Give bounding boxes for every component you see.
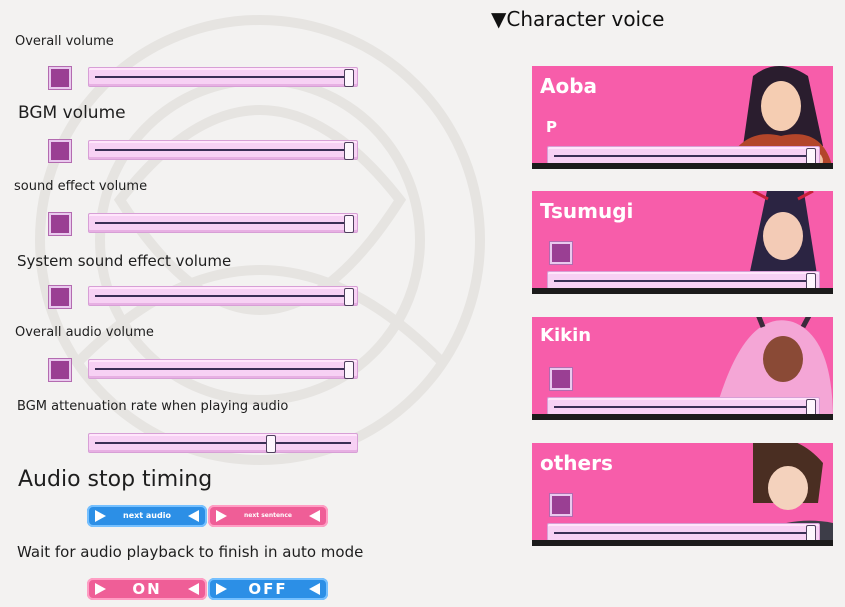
slider-line <box>95 149 351 151</box>
slider-line <box>554 406 813 408</box>
bgm-volume-label: BGM volume <box>18 103 126 123</box>
next-audio-label: next audio <box>123 511 171 520</box>
tsumugi-mute-checkbox[interactable] <box>550 242 572 264</box>
off-label: OFF <box>248 580 288 598</box>
auto-mode-wait-label: Wait for audio playback to finish in aut… <box>17 543 364 561</box>
bgm-volume-slider[interactable] <box>88 140 358 160</box>
system-sound-effect-volume-slider[interactable] <box>88 286 358 306</box>
overall-audio-mute-checkbox[interactable] <box>49 359 71 381</box>
arrow-left-icon <box>309 583 320 595</box>
slider-line <box>95 368 351 370</box>
arrow-left-icon <box>188 510 199 522</box>
slider-knob[interactable] <box>344 142 354 160</box>
on-label: ON <box>132 580 162 598</box>
slider-line <box>95 295 351 297</box>
audio-stop-timing-title: Audio stop timing <box>18 467 213 492</box>
arrow-right-icon <box>216 583 227 595</box>
slider-line <box>95 76 351 78</box>
character-sub-aoba: P <box>546 118 557 136</box>
auto-wait-off-button[interactable]: OFF <box>208 578 328 600</box>
overall-volume-label: Overall volume <box>15 34 114 49</box>
character-name-tsumugi: Tsumugi <box>540 199 634 223</box>
others-mute-checkbox[interactable] <box>550 494 572 516</box>
next-sentence-button[interactable]: next sentence <box>208 505 328 527</box>
overall-audio-volume-slider[interactable] <box>88 359 358 379</box>
slider-knob[interactable] <box>344 288 354 306</box>
slider-line <box>95 442 351 444</box>
sound-effect-volume-slider[interactable] <box>88 213 358 233</box>
bgm-attenuation-slider[interactable] <box>88 433 358 453</box>
character-voice-title: ▼Character voice <box>491 7 665 31</box>
slider-line <box>554 280 813 282</box>
card-shadow <box>532 414 833 420</box>
auto-wait-on-button[interactable]: ON <box>87 578 207 600</box>
overall-audio-volume-label: Overall audio volume <box>15 325 154 340</box>
character-name-others: others <box>540 451 613 475</box>
system-sound-effect-mute-checkbox[interactable] <box>49 286 71 308</box>
sound-effect-mute-checkbox[interactable] <box>49 213 71 235</box>
slider-line <box>554 155 813 157</box>
character-name-kikin: Kikin <box>540 325 592 346</box>
character-card-tsumugi: Tsumugi <box>532 191 833 294</box>
slider-knob[interactable] <box>344 69 354 87</box>
slider-knob[interactable] <box>265 435 276 453</box>
slider-line <box>554 532 813 534</box>
overall-volume-slider[interactable] <box>88 67 358 87</box>
card-shadow <box>532 288 833 294</box>
slider-knob[interactable] <box>344 215 354 233</box>
bgm-volume-mute-checkbox[interactable] <box>49 140 71 162</box>
system-sound-effect-volume-label: System sound effect volume <box>17 252 232 270</box>
arrow-right-icon <box>95 510 106 522</box>
card-shadow <box>532 540 833 546</box>
slider-knob[interactable] <box>344 361 354 379</box>
character-card-others: others <box>532 443 833 546</box>
arrow-left-icon <box>309 510 320 522</box>
sound-effect-volume-label: sound effect volume <box>14 179 148 194</box>
slider-line <box>95 222 351 224</box>
arrow-right-icon <box>216 510 227 522</box>
next-sentence-label: next sentence <box>244 512 292 519</box>
character-card-aoba: Aoba P <box>532 66 833 169</box>
bgm-attenuation-label: BGM attenuation rate when playing audio <box>17 399 289 414</box>
arrow-left-icon <box>188 583 199 595</box>
kikin-mute-checkbox[interactable] <box>550 368 572 390</box>
next-audio-button[interactable]: next audio <box>87 505 207 527</box>
arrow-right-icon <box>95 583 106 595</box>
character-name-aoba: Aoba <box>540 74 598 98</box>
character-card-kikin: Kikin <box>532 317 833 420</box>
overall-volume-mute-checkbox[interactable] <box>49 67 71 89</box>
card-shadow <box>532 163 833 169</box>
